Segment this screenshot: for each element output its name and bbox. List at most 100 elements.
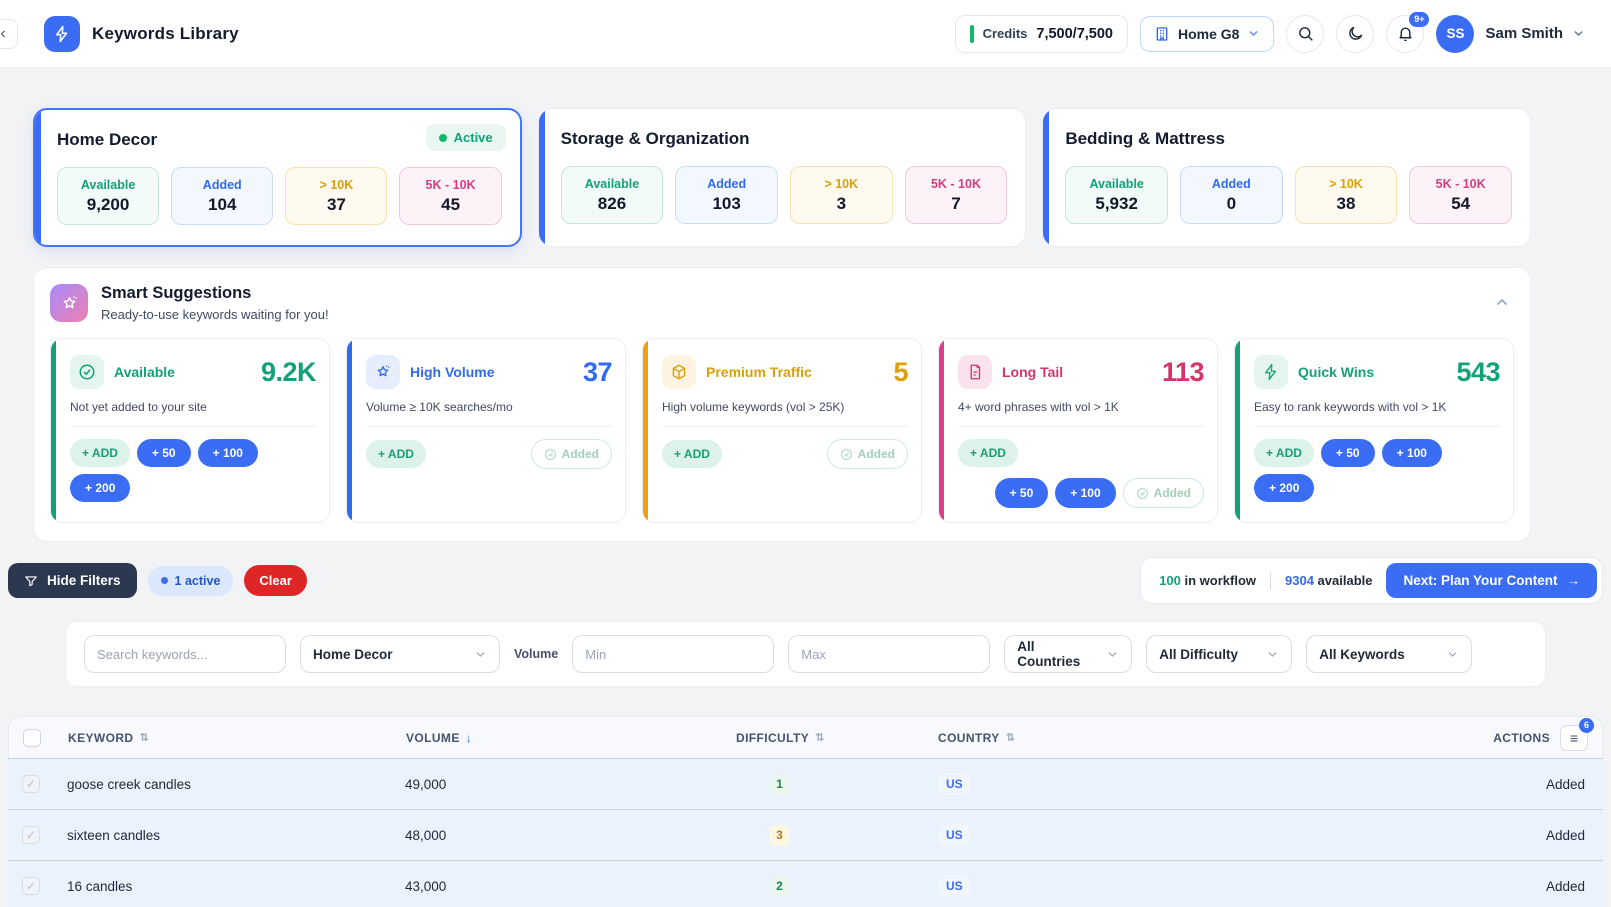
table-row[interactable]: ✓ sixteen candles 48,000 3 US Added xyxy=(8,809,1603,860)
credits-indicator: Credits 7,500/7,500 xyxy=(955,15,1128,53)
filters-toolbar: Hide Filters 1 active Clear 100 in workf… xyxy=(8,557,1603,604)
country-cell: US xyxy=(937,773,1433,795)
bell-icon xyxy=(1397,25,1414,42)
card-title: Long Tail xyxy=(1002,364,1063,380)
chevron-down-icon xyxy=(1247,27,1260,40)
add-button[interactable]: + ADD xyxy=(1254,439,1314,467)
sort-icon: ⇅ xyxy=(815,731,825,744)
card-value: 5 xyxy=(893,357,908,388)
card-accent-bar xyxy=(643,339,648,522)
stat-available: Available9,200 xyxy=(57,167,159,225)
in-workflow-label: in workflow xyxy=(1181,573,1256,588)
dark-mode-toggle[interactable] xyxy=(1336,15,1374,53)
stat-over-10k: > 10K37 xyxy=(285,167,387,225)
stat-label: Added xyxy=(1185,177,1278,191)
select-all-checkbox[interactable] xyxy=(23,729,41,747)
stat-label: 5K - 10K xyxy=(1414,177,1507,191)
volume-cell: 49,000 xyxy=(405,777,735,792)
add-200-button[interactable]: + 200 xyxy=(70,474,130,502)
stat-added: Added0 xyxy=(1180,166,1283,224)
add-50-button[interactable]: + 50 xyxy=(995,478,1049,508)
card-description: Volume ≥ 10K searches/mo xyxy=(366,400,612,414)
added-button[interactable]: Added xyxy=(531,439,612,469)
table-row[interactable]: ✓ 16 candles 43,000 2 US Added xyxy=(8,860,1603,907)
category-card-storage-organization[interactable]: Storage & Organization Available826 Adde… xyxy=(538,108,1027,247)
card-header: Available 9.2K xyxy=(70,355,316,389)
menu-icon: ≡ xyxy=(1570,730,1578,746)
cube-icon xyxy=(662,355,696,389)
stat-added: Added104 xyxy=(171,167,273,225)
category-card-home-decor[interactable]: Home Decor Active Available9,200 Added10… xyxy=(33,108,522,247)
chevron-down-icon xyxy=(474,648,487,661)
status-badge-label: Active xyxy=(454,130,493,145)
keyword-type-select[interactable]: All Keywords xyxy=(1306,635,1472,673)
smart-suggestions-titles: Smart Suggestions Ready-to-use keywords … xyxy=(101,284,329,322)
country-select[interactable]: All Countries xyxy=(1004,635,1132,673)
add-200-button[interactable]: + 200 xyxy=(1254,474,1314,502)
add-100-button[interactable]: + 100 xyxy=(1055,478,1115,508)
row-checkbox[interactable]: ✓ xyxy=(22,775,40,793)
stat-available: Available826 xyxy=(561,166,664,224)
keyword-cell: 16 candles xyxy=(67,879,405,894)
next-plan-content-button[interactable]: Next: Plan Your Content → xyxy=(1386,563,1597,598)
app-logo xyxy=(44,16,80,52)
column-header-difficulty[interactable]: DIFFICULTY⇅ xyxy=(736,731,938,745)
table-menu-button[interactable]: ≡ 6 xyxy=(1560,725,1588,751)
card-description: High volume keywords (vol > 25K) xyxy=(662,400,908,414)
difficulty-select-value: All Difficulty xyxy=(1159,647,1238,662)
clear-filters-button[interactable]: Clear xyxy=(244,565,307,596)
difficulty-cell: 1 xyxy=(735,774,937,795)
user-menu[interactable]: SS Sam Smith xyxy=(1436,15,1585,53)
add-50-button[interactable]: + 50 xyxy=(137,439,191,467)
search-input[interactable] xyxy=(84,635,286,673)
filters-bar: Home Decor Volume All Countries All Diff… xyxy=(65,621,1546,687)
category-card-bedding-mattress[interactable]: Bedding & Mattress Available5,932 Added0… xyxy=(1042,108,1531,247)
category-select[interactable]: Home Decor xyxy=(300,635,500,673)
add-button[interactable]: + ADD xyxy=(70,439,130,467)
column-header-volume[interactable]: VOLUME↓ xyxy=(406,731,736,745)
next-button-label: Next: Plan Your Content xyxy=(1403,573,1557,588)
row-checkbox[interactable]: ✓ xyxy=(22,826,40,844)
card-title: Quick Wins xyxy=(1298,364,1374,380)
suggestion-card-high-volume: High Volume 37 Volume ≥ 10K searches/mo … xyxy=(346,338,626,523)
stat-value: 38 xyxy=(1300,194,1393,214)
workspace-selector[interactable]: Home G8 xyxy=(1140,16,1274,52)
card-actions-row-2: + 50 + 100 Added xyxy=(958,478,1204,508)
back-chevron-icon: ‹ xyxy=(0,25,5,43)
add-button[interactable]: + ADD xyxy=(662,440,722,468)
add-100-button[interactable]: + 100 xyxy=(198,439,258,467)
top-bar: ‹ Keywords Library Credits 7,500/7,500 H… xyxy=(0,0,1611,68)
notifications-button[interactable]: 9+ xyxy=(1386,15,1424,53)
stat-value: 826 xyxy=(566,194,659,214)
row-checkbox[interactable]: ✓ xyxy=(22,877,40,895)
stat-5k-10k: 5K - 10K54 xyxy=(1409,166,1512,224)
add-button[interactable]: + ADD xyxy=(958,439,1018,467)
stat-label: > 10K xyxy=(795,177,888,191)
column-header-keyword[interactable]: KEYWORD⇅ xyxy=(68,731,406,745)
menu-count-badge: 6 xyxy=(1579,718,1594,733)
add-50-button[interactable]: + 50 xyxy=(1321,439,1375,467)
collapse-chevron-up-icon[interactable] xyxy=(1494,294,1510,310)
avatar: SS xyxy=(1436,15,1474,53)
table-row[interactable]: ✓ goose creek candles 49,000 1 US Added xyxy=(8,758,1603,809)
add-button[interactable]: + ADD xyxy=(366,440,426,468)
hide-filters-button[interactable]: Hide Filters xyxy=(8,563,137,598)
add-100-button[interactable]: + 100 xyxy=(1382,439,1442,467)
volume-min-input[interactable] xyxy=(572,635,774,673)
back-button[interactable]: ‹ xyxy=(0,19,18,49)
search-button[interactable] xyxy=(1286,15,1324,53)
card-accent-bar xyxy=(51,339,56,522)
sort-desc-icon: ↓ xyxy=(466,731,472,745)
card-actions: + ADD + 50 + 100 + 200 xyxy=(1254,426,1500,502)
card-accent-bar xyxy=(1235,339,1240,522)
column-header-country[interactable]: COUNTRY⇅ xyxy=(938,731,1432,745)
notification-count-badge: 9+ xyxy=(1409,12,1429,27)
difficulty-select[interactable]: All Difficulty xyxy=(1146,635,1292,673)
added-button[interactable]: Added xyxy=(827,439,908,469)
added-button[interactable]: Added xyxy=(1123,478,1204,508)
divider xyxy=(1270,572,1271,590)
active-filters-badge[interactable]: 1 active xyxy=(148,566,234,596)
stat-over-10k: > 10K38 xyxy=(1295,166,1398,224)
stat-value: 103 xyxy=(680,194,773,214)
volume-max-input[interactable] xyxy=(788,635,990,673)
